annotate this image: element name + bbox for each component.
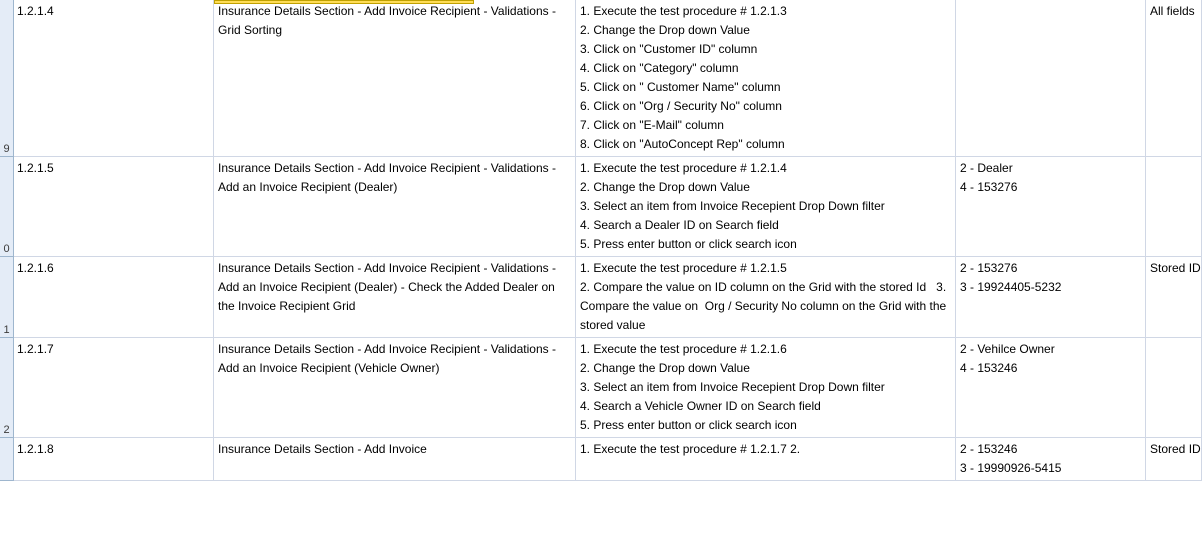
- cell-steps[interactable]: 1. Execute the test procedure # 1.2.1.7 …: [576, 438, 956, 481]
- row-header[interactable]: 0: [0, 157, 14, 257]
- cell-note[interactable]: [1146, 157, 1202, 257]
- cell-title[interactable]: Insurance Details Section - Add Invoice: [214, 438, 576, 481]
- cell-data[interactable]: 2 - Dealer 4 - 153276: [956, 157, 1146, 257]
- cell-title[interactable]: Insurance Details Section - Add Invoice …: [214, 257, 576, 338]
- cell-id[interactable]: 1.2.1.5: [14, 157, 214, 257]
- cell-note[interactable]: All fields: [1146, 0, 1202, 157]
- cell-data[interactable]: [956, 0, 1146, 157]
- cell-id[interactable]: 1.2.1.7: [14, 338, 214, 438]
- cell-steps[interactable]: 1. Execute the test procedure # 1.2.1.3 …: [576, 0, 956, 157]
- cell-note[interactable]: [1146, 338, 1202, 438]
- cell-id[interactable]: 1.2.1.8: [14, 438, 214, 481]
- cell-id[interactable]: 1.2.1.4: [14, 0, 214, 157]
- row-header[interactable]: 9: [0, 0, 14, 157]
- cell-title[interactable]: Insurance Details Section - Add Invoice …: [214, 338, 576, 438]
- selected-column-indicator: [214, 0, 474, 4]
- cell-steps[interactable]: 1. Execute the test procedure # 1.2.1.6 …: [576, 338, 956, 438]
- cell-note[interactable]: Stored ID: [1146, 438, 1202, 481]
- cell-title[interactable]: Insurance Details Section - Add Invoice …: [214, 157, 576, 257]
- cell-note[interactable]: Stored ID Values on: [1146, 257, 1202, 338]
- cell-data[interactable]: 2 - 153246 3 - 19990926-5415: [956, 438, 1146, 481]
- spreadsheet-grid[interactable]: 9 1.2.1.4 Insurance Details Section - Ad…: [0, 0, 1202, 481]
- cell-title[interactable]: Insurance Details Section - Add Invoice …: [214, 0, 576, 157]
- cell-id[interactable]: 1.2.1.6: [14, 257, 214, 338]
- cell-steps[interactable]: 1. Execute the test procedure # 1.2.1.5 …: [576, 257, 956, 338]
- row-header[interactable]: 1: [0, 257, 14, 338]
- row-header[interactable]: 2: [0, 338, 14, 438]
- row-header[interactable]: [0, 438, 14, 481]
- cell-data[interactable]: 2 - Vehilce Owner 4 - 153246: [956, 338, 1146, 438]
- cell-steps[interactable]: 1. Execute the test procedure # 1.2.1.4 …: [576, 157, 956, 257]
- cell-data[interactable]: 2 - 153276 3 - 19924405-5232: [956, 257, 1146, 338]
